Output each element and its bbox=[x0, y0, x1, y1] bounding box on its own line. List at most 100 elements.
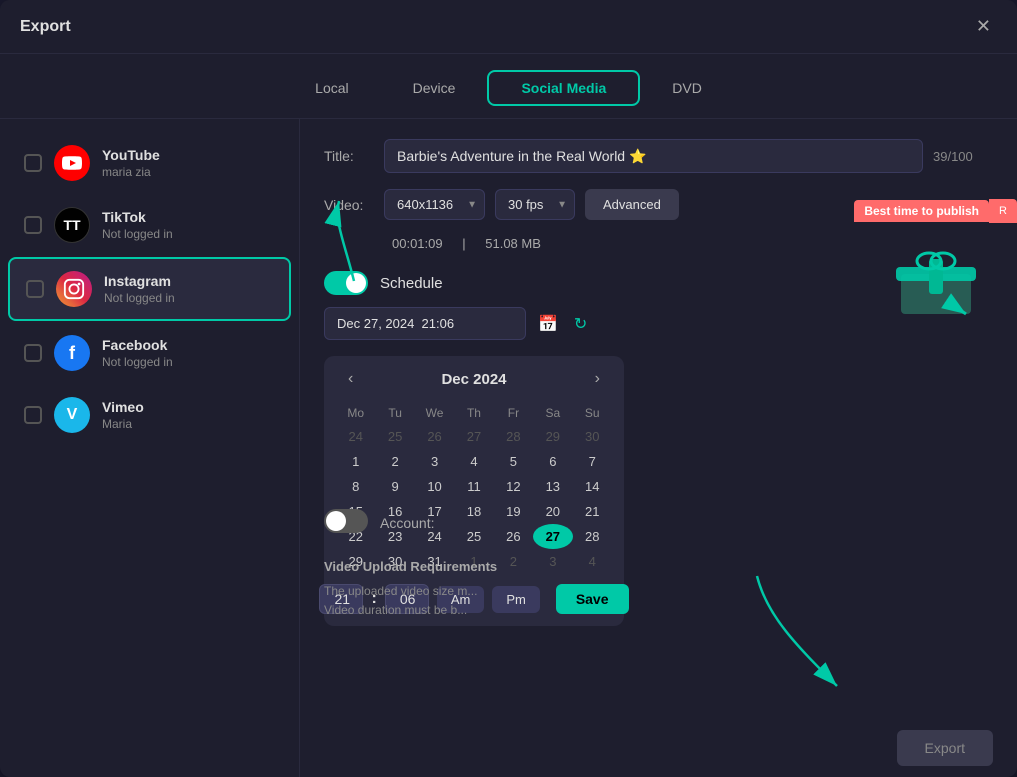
cal-day[interactable]: 4 bbox=[454, 449, 493, 474]
cal-day[interactable]: 20 bbox=[533, 499, 572, 524]
weekday-fr: Fr bbox=[494, 402, 533, 424]
next-month-btn[interactable]: › bbox=[587, 368, 608, 390]
weekday-sa: Sa bbox=[533, 402, 572, 424]
cal-day[interactable]: 21 bbox=[573, 499, 612, 524]
prev-month-btn[interactable]: ‹ bbox=[340, 368, 361, 390]
cal-day[interactable]: 25 bbox=[454, 524, 493, 549]
instagram-checkbox[interactable] bbox=[26, 280, 44, 298]
schedule-toggle[interactable] bbox=[324, 271, 368, 295]
close-button[interactable]: ✕ bbox=[970, 14, 997, 39]
facebook-checkbox[interactable] bbox=[24, 344, 42, 362]
pm-button[interactable]: Pm bbox=[492, 586, 540, 613]
tiktok-status: Not logged in bbox=[102, 227, 275, 241]
title-input[interactable] bbox=[384, 139, 923, 173]
vimeo-checkbox[interactable] bbox=[24, 406, 42, 424]
best-time-illustration bbox=[891, 239, 981, 324]
tiktok-info: TikTok Not logged in bbox=[102, 209, 275, 241]
tab-social-media[interactable]: Social Media bbox=[487, 70, 640, 106]
instagram-name: Instagram bbox=[104, 273, 273, 289]
vimeo-info: Vimeo Maria bbox=[102, 399, 275, 431]
vimeo-icon: V bbox=[54, 397, 90, 433]
cal-day[interactable]: 29 bbox=[533, 424, 572, 449]
cal-day[interactable]: 10 bbox=[415, 474, 454, 499]
cal-day[interactable]: 6 bbox=[533, 449, 572, 474]
requirements-line1: The uploaded video size m... bbox=[324, 582, 497, 601]
platform-youtube[interactable]: YouTube maria zia bbox=[8, 133, 291, 193]
calendar-icon-btn[interactable]: 📅 bbox=[534, 310, 562, 338]
account-row: Account: bbox=[380, 515, 434, 533]
cal-day[interactable]: 2 bbox=[494, 549, 533, 574]
cal-day[interactable]: 7 bbox=[573, 449, 612, 474]
cal-day-today[interactable]: 27 bbox=[533, 524, 572, 549]
cal-day[interactable]: 5 bbox=[494, 449, 533, 474]
title-label: Title: bbox=[324, 148, 374, 164]
title-row: Title: 39/100 bbox=[324, 139, 993, 173]
cal-day[interactable]: 2 bbox=[375, 449, 414, 474]
date-input[interactable] bbox=[324, 307, 526, 340]
cal-day[interactable]: 13 bbox=[533, 474, 572, 499]
save-arrow bbox=[737, 566, 857, 706]
facebook-name: Facebook bbox=[102, 337, 275, 353]
cal-day[interactable]: 1 bbox=[336, 449, 375, 474]
cal-day[interactable]: 28 bbox=[573, 524, 612, 549]
calendar-month-year: Dec 2024 bbox=[441, 371, 506, 388]
file-size: 51.08 MB bbox=[485, 236, 541, 251]
requirements-section: Video Upload Requirements The uploaded v… bbox=[324, 559, 497, 620]
cal-day[interactable]: 19 bbox=[494, 499, 533, 524]
account-toggle[interactable] bbox=[324, 509, 368, 533]
refresh-icon-btn[interactable]: ↻ bbox=[570, 310, 591, 338]
cal-day[interactable]: 26 bbox=[415, 424, 454, 449]
cal-day[interactable]: 25 bbox=[375, 424, 414, 449]
tab-device[interactable]: Device bbox=[381, 70, 488, 106]
window-title: Export bbox=[20, 18, 71, 36]
weekday-mo: Mo bbox=[336, 402, 375, 424]
platform-instagram[interactable]: Instagram Not logged in bbox=[8, 257, 291, 321]
tab-dvd[interactable]: DVD bbox=[640, 70, 734, 106]
save-time-button[interactable]: Save bbox=[556, 584, 629, 614]
platform-vimeo[interactable]: V Vimeo Maria bbox=[8, 385, 291, 445]
cal-day[interactable]: 28 bbox=[494, 424, 533, 449]
advanced-button[interactable]: Advanced bbox=[585, 189, 679, 220]
tiktok-checkbox[interactable] bbox=[24, 216, 42, 234]
facebook-icon: f bbox=[54, 335, 90, 371]
requirements-line2: Video duration must be b... bbox=[324, 601, 497, 620]
cal-day[interactable]: 14 bbox=[573, 474, 612, 499]
cal-day[interactable]: 4 bbox=[573, 549, 612, 574]
platform-facebook[interactable]: f Facebook Not logged in bbox=[8, 323, 291, 383]
second-toggle-row bbox=[324, 509, 368, 538]
youtube-icon bbox=[54, 145, 90, 181]
instagram-status: Not logged in bbox=[104, 291, 273, 305]
tab-local[interactable]: Local bbox=[283, 70, 380, 106]
cal-day[interactable]: 11 bbox=[454, 474, 493, 499]
instagram-info: Instagram Not logged in bbox=[104, 273, 273, 305]
cal-day[interactable]: 27 bbox=[454, 424, 493, 449]
youtube-checkbox[interactable] bbox=[24, 154, 42, 172]
fps-select[interactable]: 30 fps bbox=[495, 189, 575, 220]
requirements-title: Video Upload Requirements bbox=[324, 559, 497, 574]
duration: 00:01:09 bbox=[392, 236, 443, 251]
calendar-row-2: 8 9 10 11 12 13 14 bbox=[336, 474, 612, 499]
calendar-header: ‹ Dec 2024 › bbox=[336, 368, 612, 390]
cal-day[interactable]: 26 bbox=[494, 524, 533, 549]
cal-day[interactable]: 8 bbox=[336, 474, 375, 499]
cal-day[interactable]: 24 bbox=[336, 424, 375, 449]
separator: | bbox=[462, 236, 465, 251]
schedule-label: Schedule bbox=[380, 275, 443, 292]
account-toggle-knob bbox=[326, 511, 346, 531]
cal-day[interactable]: 9 bbox=[375, 474, 414, 499]
cal-day[interactable]: 30 bbox=[573, 424, 612, 449]
right-panel: Title: 39/100 Video: 640x1136 30 fps Adv… bbox=[300, 119, 1017, 777]
fps-wrapper: 30 fps bbox=[495, 189, 575, 220]
toggle-knob bbox=[346, 273, 366, 293]
platform-tiktok[interactable]: TT TikTok Not logged in bbox=[8, 195, 291, 255]
cal-day[interactable]: 3 bbox=[533, 549, 572, 574]
facebook-status: Not logged in bbox=[102, 355, 275, 369]
cal-day[interactable]: 12 bbox=[494, 474, 533, 499]
weekday-tu: Tu bbox=[375, 402, 414, 424]
export-button[interactable]: Export bbox=[897, 730, 993, 766]
best-time-label: Best time to publish bbox=[854, 200, 989, 222]
cal-day[interactable]: 18 bbox=[454, 499, 493, 524]
vimeo-name: Vimeo bbox=[102, 399, 275, 415]
cal-day[interactable]: 3 bbox=[415, 449, 454, 474]
resolution-select[interactable]: 640x1136 bbox=[384, 189, 485, 220]
